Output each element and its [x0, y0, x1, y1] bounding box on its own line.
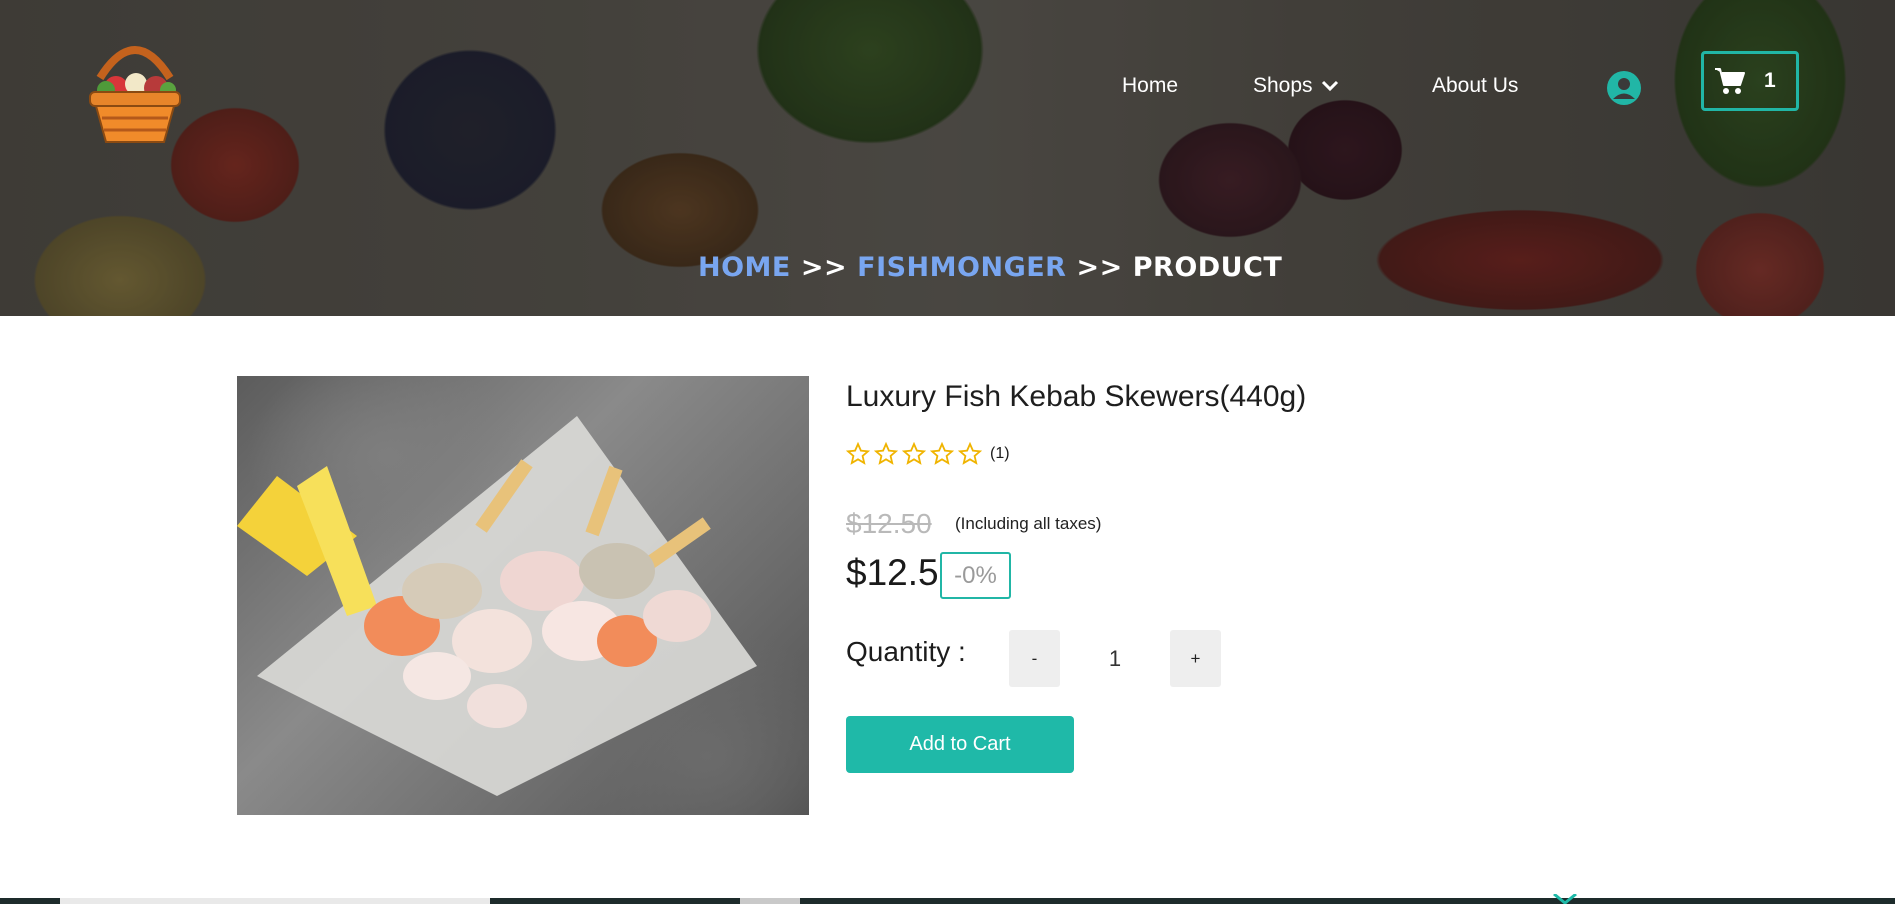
cart-count-badge: 1 — [1764, 69, 1776, 92]
bottom-section-strip — [0, 898, 1895, 904]
nav-shops-menu[interactable]: Shops — [1253, 74, 1339, 98]
breadcrumb-separator: >> — [800, 252, 848, 283]
quantity-label: Quantity : — [846, 636, 966, 667]
product-rating: (1) — [846, 442, 1010, 466]
star-icon — [846, 442, 870, 465]
cart-button[interactable]: 1 — [1701, 51, 1799, 111]
quantity-input[interactable] — [1062, 630, 1168, 687]
breadcrumb: HOME >> FISHMONGER >> PRODUCT — [698, 252, 1282, 283]
breadcrumb-category[interactable]: FISHMONGER — [857, 252, 1066, 283]
chevron-down-icon — [1321, 80, 1338, 92]
star-icon — [958, 442, 982, 465]
quantity-increase-button[interactable]: + — [1170, 630, 1221, 687]
breadcrumb-home[interactable]: HOME — [698, 252, 791, 283]
breadcrumb-current: PRODUCT — [1132, 252, 1283, 283]
product-image — [237, 376, 809, 815]
current-price: $12.5 — [846, 552, 939, 593]
nav-home-link[interactable]: Home — [1122, 74, 1178, 98]
star-icon — [902, 442, 926, 465]
quantity-decrease-button[interactable]: - — [1009, 630, 1060, 687]
nav-about-link[interactable]: About Us — [1432, 74, 1518, 98]
chevron-down-icon[interactable] — [1552, 894, 1578, 904]
star-icon — [874, 442, 898, 465]
product-title: Luxury Fish Kebab Skewers(440g) — [846, 380, 1307, 413]
discount-badge: -0% — [940, 552, 1011, 599]
star-icon — [930, 442, 954, 465]
hero-banner: Home Shops About Us 1 HOME >> FISHMONGER… — [0, 0, 1895, 316]
nav-shops-label: Shops — [1253, 74, 1313, 97]
shopping-cart-icon — [1715, 68, 1745, 94]
bottom-strip-segment — [60, 898, 490, 904]
add-to-cart-button[interactable]: Add to Cart — [846, 716, 1074, 773]
rating-count: (1) — [990, 445, 1010, 462]
bottom-strip-segment — [740, 898, 800, 904]
user-account-icon[interactable] — [1606, 70, 1642, 106]
old-price: $12.50 — [846, 508, 932, 539]
tax-note: (Including all taxes) — [955, 514, 1102, 533]
basket-logo[interactable] — [78, 30, 192, 150]
breadcrumb-separator: >> — [1076, 252, 1123, 283]
